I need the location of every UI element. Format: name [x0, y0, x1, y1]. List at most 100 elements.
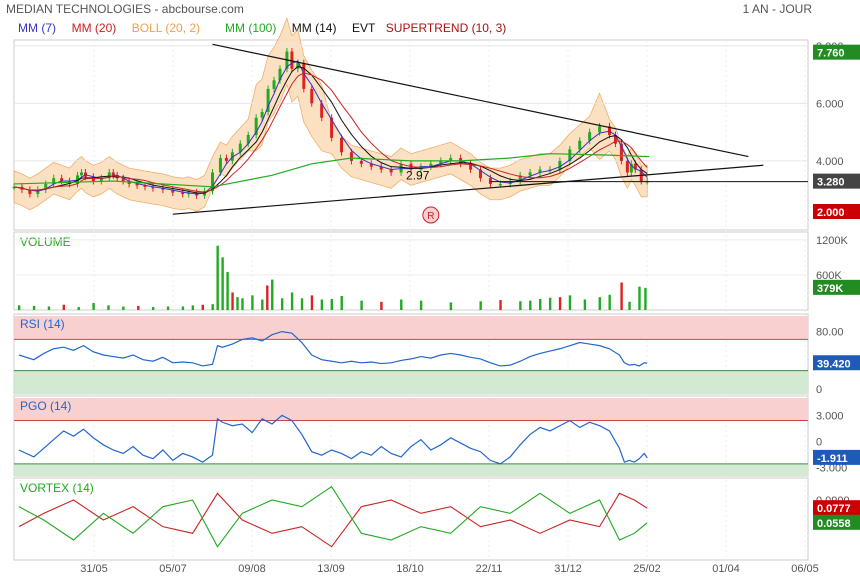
- volume-bar-34: [400, 299, 403, 310]
- legend-item-5: EVT: [352, 21, 376, 35]
- volume-bar-3: [62, 304, 66, 310]
- x-tick-label-6: 31/12: [554, 563, 582, 575]
- candle-body-69: [578, 140, 582, 150]
- rsi-title: RSI (14): [20, 317, 65, 331]
- volume-bar-21: [251, 295, 254, 310]
- volume-bar-13: [201, 304, 204, 310]
- volume-bar-48: [620, 282, 623, 310]
- volume-bar-33: [380, 301, 383, 310]
- candle-body-71: [598, 126, 602, 133]
- vortex-tag-red: 0.0777: [817, 503, 851, 515]
- volume-bar-4: [77, 307, 80, 310]
- volume-bar-42: [548, 297, 552, 310]
- rsi-y-tick-0: 80.00: [816, 327, 844, 339]
- volume-bar-2: [47, 306, 51, 310]
- panel-frame-1: [13, 231, 809, 311]
- candle-body-61: [498, 183, 502, 186]
- volume-bar-38: [499, 300, 502, 310]
- pgo-line: [18, 414, 648, 465]
- price-y-tick-1: 6.000: [816, 98, 844, 110]
- stock-chart-svg: MM (7) MM (20) BOLL (20, 2) MM (100) MM (14)…: [12, 17, 860, 575]
- volume-bar-35: [419, 300, 423, 310]
- candle-body-60: [488, 178, 492, 184]
- candle-body-29: [224, 158, 228, 161]
- r-marker-label: R: [427, 211, 434, 222]
- volume-bar-5: [92, 302, 95, 310]
- pgo-tag: -1.911: [817, 453, 848, 465]
- volume-bar-32: [360, 300, 363, 310]
- volume-bar-23: [266, 285, 269, 310]
- volume-bar-14: [211, 304, 214, 310]
- volume-bar-41: [539, 298, 542, 310]
- volume-bar-9: [151, 307, 155, 310]
- volume-bar-19: [236, 297, 239, 310]
- x-tick-label-7: 25/02: [633, 563, 661, 575]
- volume-bar-17: [226, 272, 229, 310]
- volume-bar-25: [280, 298, 284, 310]
- chart-stage: MEDIAN TECHNOLOGIES - abcbourse.com 1 AN…: [0, 0, 860, 579]
- vortex-tag-green: 0.0558: [817, 518, 851, 530]
- pgo-y-tick-0: 3.000: [816, 410, 844, 422]
- volume-bar-6: [107, 305, 110, 310]
- volume-bar-50: [638, 286, 641, 310]
- volume-title: VOLUME: [20, 235, 71, 249]
- price-y-tick-2: 4.000: [816, 156, 844, 168]
- candle-body-64: [528, 172, 532, 176]
- volume-bar-30: [330, 298, 333, 310]
- x-tick-label-5: 22/11: [476, 563, 503, 575]
- volume-bar-43: [558, 297, 562, 310]
- candle-body-47: [359, 160, 363, 164]
- rsi-tag: 39.420: [817, 358, 851, 370]
- legend-item-2: BOLL (20, 2): [132, 21, 200, 35]
- x-tick-label-2: 09/08: [238, 563, 266, 575]
- candle-body-34: [260, 111, 264, 118]
- x-tick-label-1: 05/07: [159, 563, 187, 575]
- candle-body-67: [558, 160, 562, 170]
- vortex-title: VORTEX (14): [20, 481, 94, 495]
- x-tick-label-8: 01/04: [712, 563, 740, 575]
- panel-frame-4: [13, 477, 809, 561]
- volume-bar-10: [166, 306, 170, 310]
- volume-tag: 379K: [817, 283, 843, 295]
- pgo-lower-zone: [14, 463, 808, 476]
- rsi-overbought-zone: [14, 316, 808, 340]
- legend-item-1: MM (20): [72, 21, 117, 35]
- vortex-vi-plus-line: [18, 485, 648, 548]
- candle-body-42: [310, 88, 314, 104]
- volume-bar-27: [300, 298, 304, 310]
- candle-body-45: [340, 137, 344, 153]
- volume-bar-8: [137, 305, 140, 310]
- volume-bar-12: [191, 305, 195, 310]
- price-tag-last: 7.760: [817, 48, 845, 60]
- volume-bar-18: [231, 292, 234, 310]
- volume-bar-39: [519, 301, 522, 310]
- legend-item-6: SUPERTREND (10, 3): [386, 21, 506, 35]
- panel-frame-0: [13, 39, 809, 231]
- volume-bar-49: [628, 301, 631, 310]
- volume-y-tick-0: 1200K: [816, 235, 848, 247]
- volume-bar-51: [644, 287, 647, 310]
- volume-bar-45: [583, 299, 587, 310]
- candle-body-23: [181, 192, 185, 195]
- legend-item-0: MM (7): [18, 21, 56, 35]
- pgo-upper-zone: [14, 398, 808, 421]
- x-tick-label-9: 06/05: [791, 563, 819, 575]
- volume-bar-16: [221, 257, 224, 310]
- volume-bar-28: [310, 295, 314, 310]
- price-tag-low: 2.000: [817, 207, 845, 219]
- pgo-title: PGO (14): [20, 399, 71, 413]
- volume-bar-7: [122, 306, 125, 310]
- volume-bar-24: [271, 279, 274, 310]
- price-tag-current: 3.280: [817, 177, 845, 189]
- x-tick-label-0: 31/05: [80, 563, 108, 575]
- volume-bar-15: [216, 245, 219, 310]
- x-tick-label-4: 18/10: [396, 563, 424, 575]
- candle-body-75: [625, 160, 629, 173]
- volume-bar-47: [608, 294, 611, 310]
- legend-item-3: MM (100): [225, 21, 276, 35]
- volume-bar-37: [479, 301, 482, 310]
- pgo-y-tick-1: 0: [816, 436, 822, 448]
- low-annotation: 2.97: [406, 169, 430, 183]
- volume-bar-26: [290, 292, 294, 310]
- x-tick-label-3: 13/09: [317, 563, 345, 575]
